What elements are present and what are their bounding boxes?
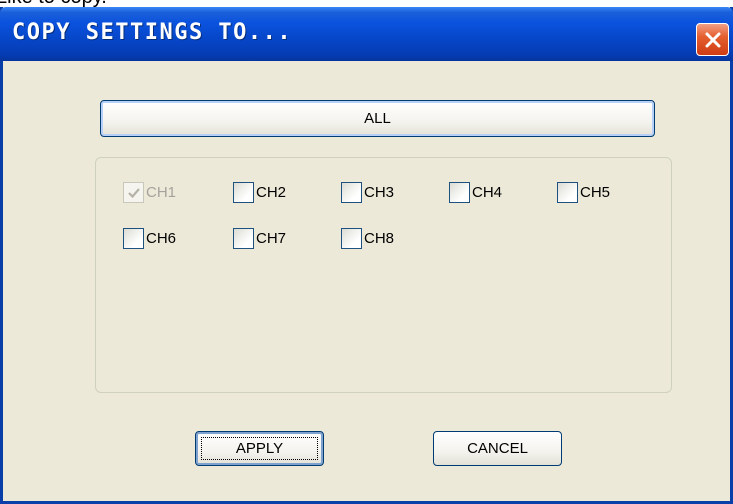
- all-button[interactable]: ALL: [100, 100, 655, 137]
- checkbox-ch2[interactable]: CH2: [233, 182, 286, 203]
- checkbox-ch1-box: [123, 182, 144, 203]
- checkbox-ch4-label: CH4: [472, 184, 503, 201]
- close-icon: [705, 32, 720, 47]
- apply-button-label: APPLY: [235, 440, 284, 457]
- cancel-button[interactable]: CANCEL: [433, 431, 562, 466]
- checkbox-ch5-label: CH5: [580, 184, 611, 201]
- checkbox-ch5[interactable]: CH5: [557, 182, 610, 203]
- checkbox-ch7-label: CH7: [256, 230, 287, 247]
- checkbox-ch1-label: CH1: [146, 184, 177, 201]
- checkbox-ch3-box: [341, 182, 362, 203]
- apply-button[interactable]: APPLY: [195, 431, 324, 466]
- checkbox-ch2-box: [233, 182, 254, 203]
- checkbox-ch2-label: CH2: [256, 184, 287, 201]
- checkbox-ch8[interactable]: CH8: [341, 228, 394, 249]
- copy-settings-dialog: COPY SETTINGS TO... ALL CH1 CH2 CH3 CH4 …: [0, 7, 733, 504]
- checkbox-ch3-label: CH3: [364, 184, 395, 201]
- checkbox-ch8-box: [341, 228, 362, 249]
- checkbox-ch6-box: [123, 228, 144, 249]
- checkbox-ch4[interactable]: CH4: [449, 182, 502, 203]
- checkbox-ch4-box: [449, 182, 470, 203]
- checkbox-ch7-box: [233, 228, 254, 249]
- checkbox-ch3[interactable]: CH3: [341, 182, 394, 203]
- title-bar[interactable]: COPY SETTINGS TO...: [0, 7, 733, 61]
- checkbox-ch5-box: [557, 182, 578, 203]
- checkbox-ch1[interactable]: CH1: [123, 182, 176, 203]
- checkmark-icon: [127, 187, 140, 198]
- checkbox-ch6-label: CH6: [146, 230, 177, 247]
- checkbox-ch7[interactable]: CH7: [233, 228, 286, 249]
- checkbox-ch8-label: CH8: [364, 230, 395, 247]
- checkbox-ch6[interactable]: CH6: [123, 228, 176, 249]
- dialog-body: ALL CH1 CH2 CH3 CH4 CH5 CH6 CH7 CH8 APPL…: [3, 61, 730, 501]
- dialog-title: COPY SETTINGS TO...: [12, 20, 293, 45]
- close-button[interactable]: [696, 23, 729, 56]
- channel-group: CH1 CH2 CH3 CH4 CH5 CH6 CH7 CH8: [95, 157, 672, 393]
